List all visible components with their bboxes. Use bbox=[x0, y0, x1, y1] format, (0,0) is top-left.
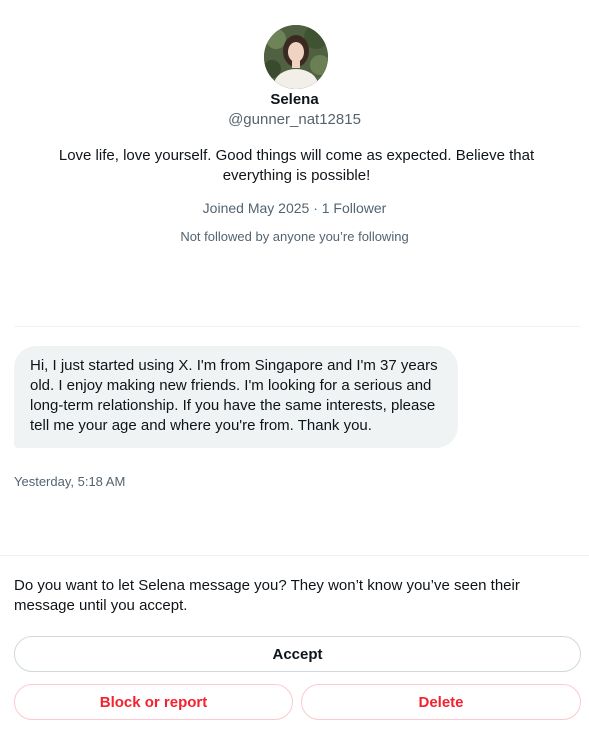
delete-button[interactable]: Delete bbox=[301, 684, 581, 720]
message-bubble[interactable]: Hi, I just started using X. I'm from Sin… bbox=[14, 346, 458, 448]
avatar-photo bbox=[264, 25, 328, 89]
message-text: Hi, I just started using X. I'm from Sin… bbox=[30, 357, 438, 434]
followed-by-note: Not followed by anyone you’re following bbox=[180, 229, 409, 244]
profile-name[interactable]: Selena bbox=[0, 90, 589, 110]
message-timestamp: Yesterday, 5:18 AM bbox=[14, 474, 126, 489]
profile-bio: Love life, love yourself. Good things wi… bbox=[58, 147, 535, 184]
divider bbox=[14, 326, 580, 327]
message-request-prompt: Do you want to let Selena message you? T… bbox=[14, 577, 520, 614]
profile-meta: Joined May 2025 · 1 Follower bbox=[202, 200, 387, 216]
accept-button[interactable]: Accept bbox=[14, 636, 581, 672]
avatar[interactable] bbox=[264, 25, 328, 89]
profile-handle[interactable]: @gunner_nat12815 bbox=[0, 110, 589, 130]
block-or-report-button[interactable]: Block or report bbox=[14, 684, 293, 720]
divider bbox=[0, 555, 589, 556]
